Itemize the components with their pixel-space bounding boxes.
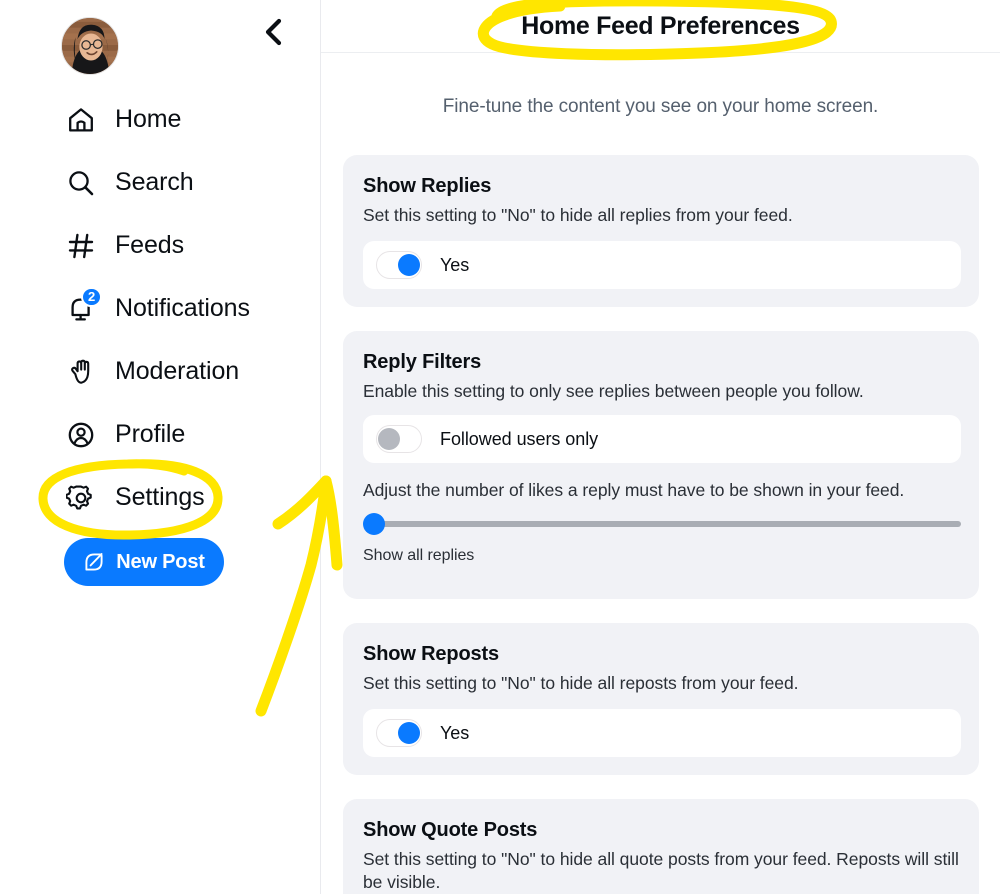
hand-icon (64, 355, 98, 389)
sidebar-item-search[interactable]: Search (0, 151, 320, 214)
switch-knob (398, 722, 420, 745)
page-subtitle: Fine-tune the content you see on your ho… (442, 96, 879, 117)
slider-thumb[interactable] (363, 513, 385, 536)
card-description: Set this setting to "No" to hide all rep… (363, 673, 799, 694)
page-title: Home Feed Preferences (521, 11, 800, 40)
main-header: Home Feed Preferences (321, 0, 1000, 53)
card-show-replies: Show Replies Set this setting to "No" to… (343, 155, 979, 308)
sidebar-item-notifications[interactable]: 2 Notifications (0, 277, 320, 340)
slider-track (373, 521, 961, 528)
chevron-left-icon (263, 17, 285, 47)
followed-users-only-toggle-row[interactable]: Followed users only (363, 415, 961, 464)
card-title: Reply Filters (363, 351, 482, 374)
sidebar-item-label: Notifications (115, 294, 250, 322)
card-show-reposts: Show Reposts Set this setting to "No" to… (343, 623, 979, 776)
slider-caption: Show all replies (363, 547, 475, 565)
avatar-photo (62, 18, 118, 74)
show-reposts-switch[interactable] (376, 719, 422, 748)
notification-badge: 2 (81, 286, 103, 307)
card-title: Show Reposts (363, 643, 499, 666)
person-circle-icon (64, 418, 98, 452)
sidebar-item-moderation[interactable]: Moderation (0, 340, 320, 403)
app-root: Home Search Feeds 2 Notifications Modera… (0, 0, 1000, 894)
card-description: Set this setting to "No" to hide all rep… (363, 205, 793, 225)
card-title: Show Replies (363, 175, 492, 197)
compose-icon (83, 551, 105, 573)
sidebar-item-profile[interactable]: Profile (0, 403, 320, 466)
main-content: Home Feed Preferences Fine-tune the cont… (321, 0, 1000, 894)
card-description: Set this setting to "No" to hide all quo… (363, 849, 959, 893)
gear-icon (64, 481, 98, 515)
toggle-label: Followed users only (440, 428, 599, 449)
hashtag-icon (64, 229, 98, 263)
sidebar-item-label: Search (115, 168, 194, 196)
card-title: Show Quote Posts (363, 819, 538, 842)
sidebar-item-label: Feeds (115, 231, 184, 259)
followed-users-only-switch[interactable] (376, 425, 422, 454)
card-show-quote-posts: Show Quote Posts Set this setting to "No… (343, 799, 979, 894)
show-replies-toggle-row[interactable]: Yes (363, 241, 961, 290)
toggle-label: Yes (440, 722, 470, 743)
bell-icon: 2 (64, 286, 103, 326)
slider-description: Adjust the number of likes a reply must … (363, 480, 905, 501)
search-icon (64, 166, 98, 200)
card-reply-filters: Reply Filters Enable this setting to onl… (343, 331, 979, 600)
show-replies-switch[interactable] (376, 251, 422, 280)
sidebar-item-home[interactable]: Home (0, 88, 320, 151)
likes-threshold-slider[interactable] (363, 507, 961, 541)
new-post-button[interactable]: New Post (64, 538, 224, 586)
home-icon (64, 103, 98, 137)
new-post-label: New Post (116, 550, 205, 573)
sidebar-nav: Home Search Feeds 2 Notifications Modera… (0, 84, 320, 586)
sidebar-item-label: Settings (115, 483, 205, 511)
sidebar-item-label: Profile (115, 420, 186, 448)
card-description: Enable this setting to only see replies … (363, 381, 864, 402)
collapse-sidebar-button[interactable] (252, 10, 296, 54)
sidebar-item-label: Home (115, 105, 182, 133)
switch-knob (398, 254, 420, 277)
avatar[interactable] (61, 17, 119, 75)
sidebar: Home Search Feeds 2 Notifications Modera… (0, 0, 321, 894)
sidebar-item-label: Moderation (115, 357, 240, 385)
settings-card-list: Show Replies Set this setting to "No" to… (321, 155, 1000, 894)
sidebar-header (0, 0, 320, 84)
toggle-label: Yes (440, 254, 470, 275)
switch-knob (378, 428, 400, 451)
show-reposts-toggle-row[interactable]: Yes (363, 709, 961, 758)
sidebar-item-feeds[interactable]: Feeds (0, 214, 320, 277)
sidebar-item-settings[interactable]: Settings (0, 466, 320, 529)
